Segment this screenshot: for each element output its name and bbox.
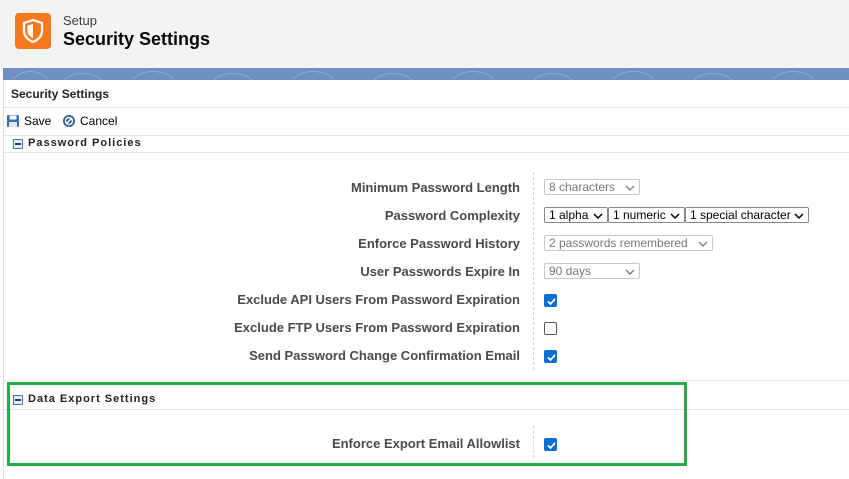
page-title: Security Settings [63, 29, 211, 49]
floppy-disk-icon [7, 115, 19, 127]
divider-line [4, 152, 849, 153]
panel-title: Security Settings [11, 87, 110, 101]
page-header: Setup Security Settings [0, 0, 849, 68]
select-value: 90 days [549, 264, 592, 278]
min-length-select[interactable]: 8 characters [544, 179, 640, 195]
chevron-down-icon [794, 213, 804, 220]
collapse-toggle-icon[interactable] [13, 139, 23, 149]
field-label-expire: User Passwords Expire In [360, 264, 520, 279]
save-label: Save [24, 114, 52, 128]
checkmark-icon [547, 354, 556, 362]
field-label-exclude-ftp: Exclude FTP Users From Password Expirati… [234, 320, 520, 335]
chevron-down-icon [698, 241, 708, 247]
chevron-down-icon [625, 185, 635, 191]
section-title: Password Policies [28, 137, 142, 149]
header-setup-label: Setup [63, 13, 97, 28]
history-select[interactable]: 2 passwords remembered [544, 235, 713, 251]
field-label-exclude-api: Exclude API Users From Password Expirati… [237, 292, 520, 307]
cancel-button[interactable]: Cancel [62, 113, 117, 129]
exclude-api-checkbox[interactable] [544, 294, 557, 307]
complexity-special-select[interactable]: 1 special character [685, 207, 809, 223]
chevron-down-icon [593, 213, 603, 220]
field-label-history: Enforce Password History [358, 236, 520, 251]
field-label-send-email: Send Password Change Confirmation Email [249, 348, 520, 363]
save-button[interactable]: Save [6, 113, 51, 129]
select-value: 2 passwords remembered [549, 236, 688, 250]
complexity-alpha-select[interactable]: 1 alpha [544, 207, 608, 223]
chevron-down-icon [670, 213, 680, 220]
divider-line [4, 380, 849, 381]
section-header-password-policies[interactable]: Password Policies [4, 136, 849, 152]
highlight-box [7, 382, 687, 466]
column-divider [533, 172, 535, 370]
decorative-banner [3, 68, 849, 80]
select-value: 8 characters [549, 180, 616, 194]
expire-select[interactable]: 90 days [544, 263, 640, 279]
divider-line [4, 107, 849, 108]
cancel-label: Cancel [80, 114, 118, 128]
send-email-checkbox[interactable] [544, 350, 557, 363]
complexity-numeric-select[interactable]: 1 numeric [608, 207, 685, 223]
select-value: 1 alpha [549, 208, 589, 222]
select-value: 1 special character [690, 208, 791, 222]
exclude-ftp-checkbox[interactable] [544, 322, 557, 335]
cancel-circle-icon [63, 115, 75, 127]
field-label-min-length: Minimum Password Length [350, 180, 520, 195]
select-value: 1 numeric [613, 208, 666, 222]
chevron-down-icon [625, 269, 635, 275]
checkmark-icon [547, 298, 556, 306]
field-label-complexity: Password Complexity [384, 208, 520, 223]
shield-icon [15, 13, 51, 49]
